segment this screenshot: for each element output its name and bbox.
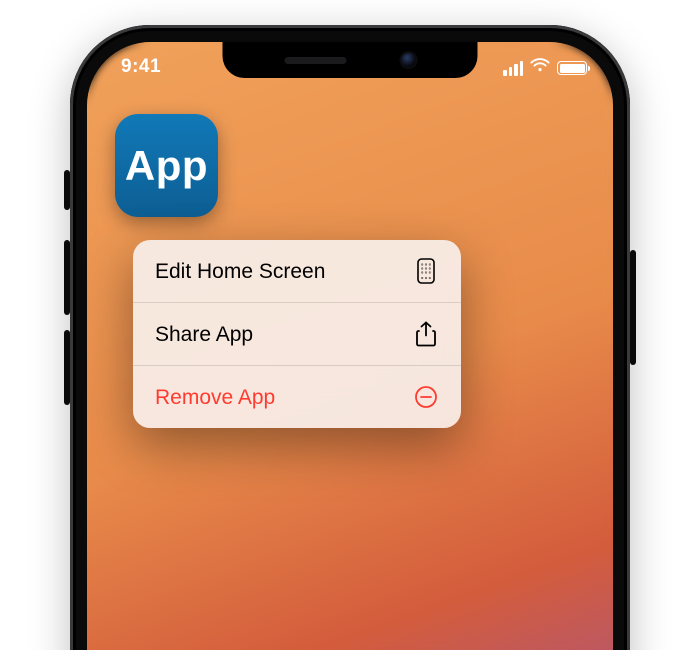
menu-item-label: Edit Home Screen <box>155 261 325 282</box>
status-bar: 9:41 <box>87 54 613 80</box>
menu-item-edit-home-screen[interactable]: Edit Home Screen <box>133 240 461 303</box>
battery-icon <box>557 61 587 75</box>
minus-circle-icon <box>413 384 439 410</box>
menu-item-remove-app[interactable]: Remove App <box>133 366 461 428</box>
share-icon <box>413 321 439 347</box>
menu-item-share-app[interactable]: Share App <box>133 303 461 366</box>
status-time: 9:41 <box>121 56 161 78</box>
volume-down-button[interactable] <box>64 330 70 405</box>
stage: 9:41 App <box>0 0 700 650</box>
menu-item-label: Share App <box>155 324 253 345</box>
screen: 9:41 App <box>87 42 613 650</box>
wifi-icon <box>530 58 550 78</box>
context-menu: Edit Home Screen Share App <box>133 240 461 428</box>
phone-grid-icon <box>413 258 439 284</box>
side-button[interactable] <box>630 250 636 365</box>
menu-item-label: Remove App <box>155 387 275 408</box>
volume-up-button[interactable] <box>64 240 70 315</box>
cellular-icon <box>503 61 523 76</box>
mute-switch[interactable] <box>64 170 70 210</box>
status-indicators <box>503 58 587 78</box>
app-icon-label: App <box>125 142 208 190</box>
iphone-frame: 9:41 App <box>70 25 630 650</box>
app-icon[interactable]: App <box>115 114 218 217</box>
